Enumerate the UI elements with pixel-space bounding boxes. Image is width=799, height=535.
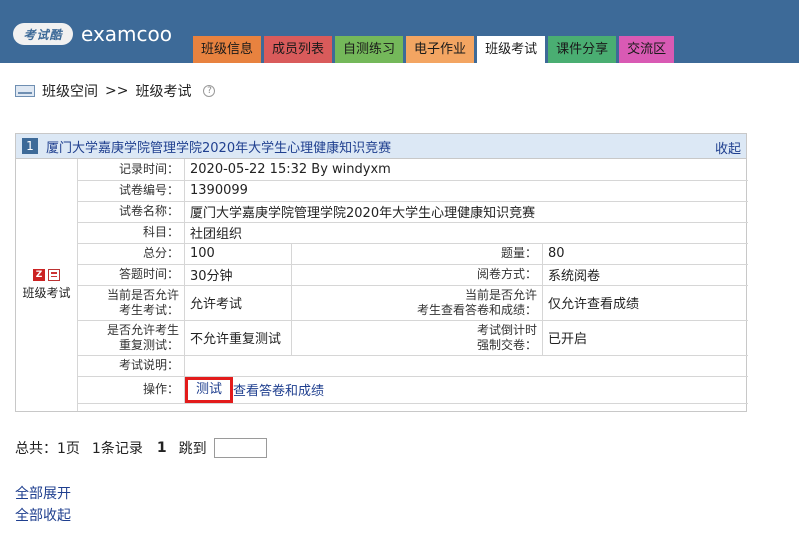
exam-card-body: Z 班级考试 记录时间： 2020-05-22 15:32 By windyxm…	[16, 159, 748, 411]
row-operations: 操作： 测试 查看答卷和成绩	[77, 375, 748, 404]
exam-type-cell: Z 班级考试	[16, 159, 78, 411]
exam-title-link[interactable]: 厦门大学嘉庚学院管理学院2020年大学生心理健康知识竞赛	[46, 137, 391, 156]
subject-label: 科目：	[77, 221, 185, 244]
exam-index-badge: 1	[22, 138, 38, 154]
test-link[interactable]: 测试	[185, 376, 234, 403]
paper-name-label: 试卷名称：	[77, 200, 185, 223]
view-answers-link[interactable]: 查看答卷和成绩	[233, 380, 324, 399]
retest-label: 是否允许考生 重复测试：	[77, 319, 185, 356]
current-page: 1	[156, 440, 167, 456]
row-retest: 是否允许考生 重复测试： 不允许重复测试 考试倒计时 强制交卷： 已开启	[77, 319, 748, 356]
exam-paper-icon	[48, 269, 60, 281]
countdown-value: 已开启	[542, 319, 748, 356]
grading-label: 阅卷方式：	[291, 263, 543, 286]
tab-self-practice[interactable]: 自测练习	[335, 36, 404, 63]
breadcrumb: 班级空间 >> 班级考试 ?	[15, 81, 216, 101]
question-count-value: 80	[542, 242, 748, 265]
collapse-all-link[interactable]: 全部收起	[15, 505, 71, 525]
operations-cell: 测试 查看答卷和成绩	[184, 375, 748, 404]
duration-value: 30分钟	[184, 263, 292, 286]
help-icon[interactable]: ?	[203, 85, 216, 97]
page-total: 总共：1页	[15, 441, 80, 457]
tab-member-list[interactable]: 成员列表	[264, 36, 333, 63]
allow-test-label-line2: 考生考试：	[118, 302, 179, 317]
row-total: 总分： 100 题量： 80	[77, 242, 748, 265]
record-time-label: 记录时间：	[77, 159, 185, 181]
row-duration: 答题时间： 30分钟 阅卷方式： 系统阅卷	[77, 263, 748, 286]
allow-view-label-line1: 当前是否允许	[464, 287, 537, 302]
record-count: 1条记录	[91, 441, 143, 457]
logo-text: examcoo	[81, 22, 172, 46]
jump-label: 跳到	[178, 441, 207, 457]
allow-view-value: 仅允许查看成绩	[542, 284, 748, 321]
paper-name-value: 厦门大学嘉庚学院管理学院2020年大学生心理健康知识竞赛	[184, 200, 748, 223]
tab-courseware[interactable]: 课件分享	[548, 36, 617, 63]
paper-no-label: 试卷编号：	[77, 179, 185, 202]
allow-view-label-line2: 考生查看答卷和成绩：	[416, 302, 537, 317]
exam-type-label: 班级考试	[22, 286, 71, 300]
question-count-label: 题量：	[291, 242, 543, 265]
grading-value: 系统阅卷	[542, 263, 748, 286]
breadcrumb-current: 班级考试	[135, 84, 192, 100]
operations-label: 操作：	[77, 375, 185, 404]
record-time-value: 2020-05-22 15:32 By windyxm	[184, 159, 748, 181]
paper-no-value: 1390099	[184, 179, 748, 202]
operations: 测试 查看答卷和成绩	[185, 376, 743, 403]
countdown-label: 考试倒计时 强制交卷：	[291, 319, 543, 356]
exam-type-icons: Z	[33, 269, 60, 281]
description-label: 考试说明：	[77, 354, 185, 377]
row-permissions: 当前是否允许 考生考试： 允许考试 当前是否允许 考生查看答卷和成绩： 仅允许查…	[77, 284, 748, 321]
collapse-link[interactable]: 收起	[715, 138, 741, 157]
subject-value: 社团组织	[184, 221, 748, 244]
exam-card-header: 1 厦门大学嘉庚学院管理学院2020年大学生心理健康知识竞赛 收起	[16, 134, 746, 159]
countdown-label-line1: 考试倒计时	[476, 322, 537, 337]
header-bar: 考试酷 examcoo 班级信息 成员列表 自测练习 电子作业 班级考试 课件分…	[0, 0, 799, 63]
retest-label-line2: 重复测试：	[118, 337, 179, 352]
countdown-label-line2: 强制交卷：	[476, 337, 537, 352]
allow-test-label-line1: 当前是否允许	[106, 287, 179, 302]
breadcrumb-separator: >>	[105, 83, 129, 99]
allow-test-value: 允许考试	[184, 284, 292, 321]
expand-all-link[interactable]: 全部展开	[15, 483, 71, 503]
duration-label: 答题时间：	[77, 263, 185, 286]
exam-info-table: 记录时间： 2020-05-22 15:32 By windyxm 试卷编号： …	[77, 159, 748, 404]
tab-forum[interactable]: 交流区	[619, 36, 675, 63]
exam-z-icon: Z	[33, 269, 45, 281]
row-record-time: 记录时间： 2020-05-22 15:32 By windyxm	[77, 159, 748, 181]
class-space-icon	[15, 85, 35, 97]
pagination: 总共：1页 1条记录 1 跳到	[15, 437, 267, 459]
row-subject: 科目： 社团组织	[77, 221, 748, 244]
tab-homework[interactable]: 电子作业	[406, 36, 475, 63]
retest-label-line1: 是否允许考生	[106, 322, 179, 337]
tab-class-info[interactable]: 班级信息	[193, 36, 262, 63]
jump-page-input[interactable]	[213, 438, 267, 458]
logo-badge: 考试酷	[13, 23, 73, 45]
row-description: 考试说明：	[77, 354, 748, 377]
description-value	[184, 354, 748, 377]
retest-value: 不允许重复测试	[184, 319, 292, 356]
breadcrumb-root[interactable]: 班级空间	[42, 81, 98, 101]
row-paper-no: 试卷编号： 1390099	[77, 179, 748, 202]
nav-tabs: 班级信息 成员列表 自测练习 电子作业 班级考试 课件分享 交流区	[193, 36, 677, 63]
tab-class-exam[interactable]: 班级考试	[477, 36, 546, 63]
total-score-label: 总分：	[77, 242, 185, 265]
logo[interactable]: 考试酷 examcoo	[13, 22, 172, 46]
row-paper-name: 试卷名称： 厦门大学嘉庚学院管理学院2020年大学生心理健康知识竞赛	[77, 200, 748, 223]
exam-card: 1 厦门大学嘉庚学院管理学院2020年大学生心理健康知识竞赛 收起 Z 班级考试…	[15, 133, 748, 412]
allow-test-label: 当前是否允许 考生考试：	[77, 284, 185, 321]
total-score-value: 100	[184, 242, 292, 265]
allow-view-label: 当前是否允许 考生查看答卷和成绩：	[291, 284, 543, 321]
